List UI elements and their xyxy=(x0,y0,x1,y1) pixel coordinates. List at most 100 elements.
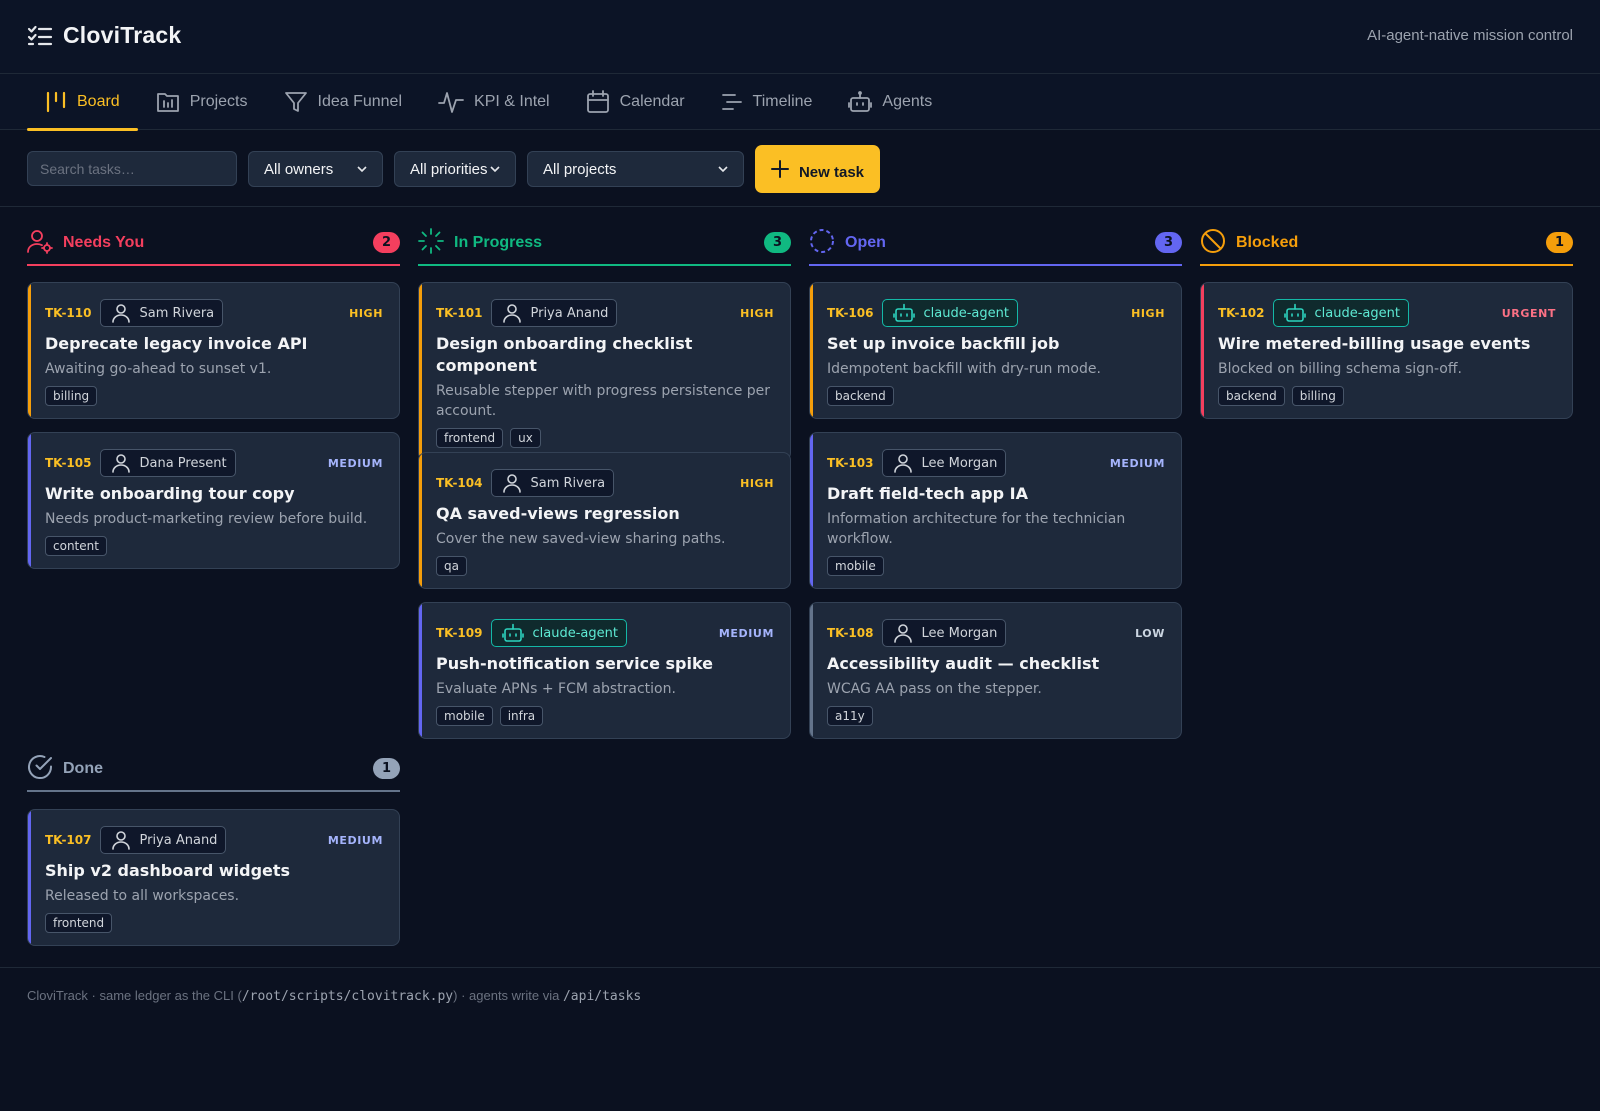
priority-label: LOW xyxy=(1135,626,1165,640)
search-input[interactable] xyxy=(27,151,237,186)
priority-label: URGENT xyxy=(1501,306,1556,320)
tag-chip[interactable]: mobile xyxy=(436,706,493,726)
owner-chip[interactable]: Lee Morgan xyxy=(882,449,1007,477)
tag-chip[interactable]: infra xyxy=(499,706,544,726)
task-card[interactable]: TK-108 Lee Morgan LOW Accessibility audi… xyxy=(809,602,1182,739)
owner-name: Lee Morgan xyxy=(921,625,998,641)
tab-kpi-intel[interactable]: KPI & Intel xyxy=(420,74,568,130)
card-meta: TK-103 Lee Morgan MEDIUM xyxy=(827,449,1165,477)
tab-label: Timeline xyxy=(752,93,813,110)
task-card[interactable]: TK-109 claude-agent MEDIUM Push-notifica… xyxy=(418,602,791,739)
task-card[interactable]: TK-104 Sam Rivera HIGH QA saved-views re… xyxy=(418,452,791,589)
board-icon xyxy=(45,91,67,113)
task-card[interactable]: TK-101 Priya Anand HIGH Design onboardin… xyxy=(418,282,791,461)
task-description: Released to all workspaces. xyxy=(45,888,240,904)
project-filter-select[interactable]: All projects xyxy=(527,151,744,187)
task-title: Accessibility audit — checklist xyxy=(827,654,1100,673)
tag-chip[interactable]: content xyxy=(45,536,107,556)
user-gear-icon xyxy=(27,228,53,258)
tag-list: content xyxy=(45,536,383,556)
owner-filter-select[interactable]: All owners xyxy=(248,151,383,187)
task-card[interactable]: TK-105 Dana Present MEDIUM Write onboard… xyxy=(27,432,400,569)
priority-label: MEDIUM xyxy=(718,626,774,640)
task-title: Push-notification service spike xyxy=(436,654,714,673)
tag-chip[interactable]: a11y xyxy=(827,706,873,726)
task-id: TK-105 xyxy=(45,456,92,470)
column-divider xyxy=(1200,264,1573,266)
owner-chip[interactable]: Sam Rivera xyxy=(491,469,615,497)
owner-chip[interactable]: claude-agent xyxy=(882,299,1018,327)
tag-chip[interactable]: backend xyxy=(1218,386,1285,406)
tag-chip[interactable]: ux xyxy=(510,428,541,448)
tag-chip[interactable]: frontend xyxy=(436,428,504,448)
tag-chip[interactable]: mobile xyxy=(827,556,884,576)
task-card[interactable]: TK-107 Priya Anand MEDIUM Ship v2 dashbo… xyxy=(27,809,400,946)
priority-filter-select[interactable]: All priorities xyxy=(394,151,516,187)
owner-name: claude-agent xyxy=(532,625,618,641)
tab-label: Projects xyxy=(189,93,248,110)
tab-idea-funnel[interactable]: Idea Funnel xyxy=(266,74,421,130)
brand[interactable]: CloviTrack xyxy=(27,22,181,49)
column-divider xyxy=(27,790,400,792)
tab-projects[interactable]: Projects xyxy=(138,74,266,130)
task-title: QA saved-views regression xyxy=(436,504,680,523)
owner-chip[interactable]: Lee Morgan xyxy=(882,619,1007,647)
task-card[interactable]: TK-110 Sam Rivera HIGH Deprecate legacy … xyxy=(27,282,400,419)
plus-icon xyxy=(770,160,789,178)
task-card[interactable]: TK-102 claude-agent URGENT Wire metered-… xyxy=(1200,282,1573,419)
user-icon xyxy=(503,304,522,323)
owner-chip[interactable]: Dana Present xyxy=(100,449,236,477)
task-description: Cover the new saved-view sharing paths. xyxy=(436,531,726,547)
column-title: In Progress xyxy=(454,234,543,251)
tag-chip[interactable]: billing xyxy=(1291,386,1344,406)
user-icon xyxy=(503,474,522,493)
tag-list: a11y xyxy=(827,706,1165,726)
task-title: Write onboarding tour copy xyxy=(45,484,295,503)
priority-label: MEDIUM xyxy=(327,833,383,847)
card-meta: TK-108 Lee Morgan LOW xyxy=(827,619,1165,647)
new-task-button[interactable]: New task xyxy=(755,145,880,193)
owner-chip[interactable]: claude-agent xyxy=(1273,299,1409,327)
column-header-needs-you: Needs You 2 xyxy=(27,228,400,258)
column-header-open: Open 3 xyxy=(809,228,1182,258)
tab-timeline[interactable]: Timeline xyxy=(703,74,831,130)
tab-agents[interactable]: Agents xyxy=(830,74,950,130)
column-divider xyxy=(809,264,1182,266)
tag-list: frontend ux xyxy=(436,428,774,448)
tab-calendar[interactable]: Calendar xyxy=(568,74,703,130)
task-id: TK-108 xyxy=(827,626,874,640)
chevron-down-icon xyxy=(490,166,500,173)
tag-list: frontend xyxy=(45,913,383,933)
owner-chip[interactable]: claude-agent xyxy=(491,619,627,647)
task-id: TK-109 xyxy=(436,626,483,640)
user-icon xyxy=(112,831,131,850)
task-description: Evaluate APNs + FCM abstraction. xyxy=(436,681,676,697)
owner-chip[interactable]: Priya Anand xyxy=(491,299,618,327)
tag-chip[interactable]: qa xyxy=(436,556,467,576)
column-count-badge: 2 xyxy=(373,232,400,253)
tab-board[interactable]: Board xyxy=(27,74,138,131)
column-count-badge: 1 xyxy=(373,758,400,779)
column-title: Blocked xyxy=(1236,234,1299,251)
task-title: Deprecate legacy invoice API xyxy=(45,334,308,353)
card-meta: TK-105 Dana Present MEDIUM xyxy=(45,449,383,477)
owner-name: Priya Anand xyxy=(530,305,609,321)
owner-chip[interactable]: Sam Rivera xyxy=(100,299,224,327)
task-description: Information architecture for the technic… xyxy=(827,511,1126,547)
tag-chip[interactable]: billing xyxy=(45,386,98,406)
new-task-label: New task xyxy=(798,163,865,181)
priority-label: HIGH xyxy=(740,476,774,490)
tag-chip[interactable]: backend xyxy=(827,386,894,406)
task-card[interactable]: TK-106 claude-agent HIGH Set up invoice … xyxy=(809,282,1182,419)
tag-chip[interactable]: frontend xyxy=(45,913,113,933)
column-count-badge: 3 xyxy=(764,232,791,253)
priority-filter-value: All priorities xyxy=(410,160,488,178)
task-id: TK-107 xyxy=(45,833,92,847)
owner-chip[interactable]: Priya Anand xyxy=(100,826,227,854)
footer-middle: ) · agents write via xyxy=(453,988,563,1003)
task-card[interactable]: TK-103 Lee Morgan MEDIUM Draft field-tec… xyxy=(809,432,1182,589)
task-description: WCAG AA pass on the stepper. xyxy=(827,681,1042,697)
footer-text: CloviTrack · same ledger as the CLI (/ro… xyxy=(27,988,641,1004)
tag-list: backend xyxy=(827,386,1165,406)
task-description: Needs product-marketing review before bu… xyxy=(45,511,368,527)
